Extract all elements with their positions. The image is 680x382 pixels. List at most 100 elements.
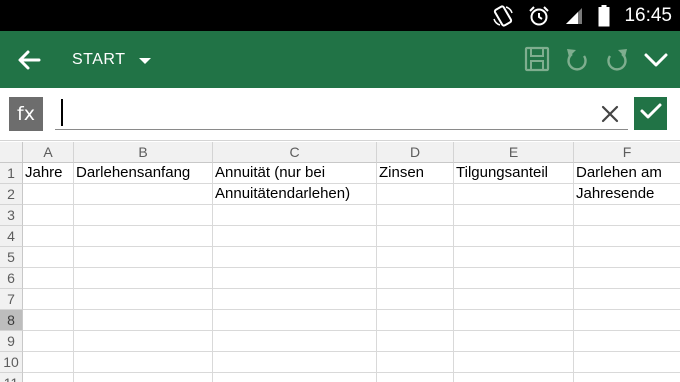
cell-d8[interactable]	[377, 310, 454, 331]
cell-c9[interactable]	[213, 331, 377, 352]
cell-e10[interactable]	[454, 352, 574, 373]
cell-b8[interactable]	[74, 310, 213, 331]
cell-d11[interactable]	[377, 373, 454, 382]
cell-f6[interactable]	[574, 268, 680, 289]
cell-a9[interactable]	[23, 331, 74, 352]
cell-a11[interactable]	[23, 373, 74, 382]
cell-c2[interactable]: Annuitätendarlehen)	[213, 184, 377, 205]
cell-a8[interactable]	[23, 310, 74, 331]
row-header-7[interactable]: 7	[0, 289, 23, 310]
cell-d10[interactable]	[377, 352, 454, 373]
cell-e9[interactable]	[454, 331, 574, 352]
fx-button[interactable]: fx	[9, 97, 43, 131]
cell-e8[interactable]	[454, 310, 574, 331]
cell-e7[interactable]	[454, 289, 574, 310]
cell-d3[interactable]	[377, 205, 454, 226]
undo-icon[interactable]	[563, 45, 591, 73]
cell-c7[interactable]	[213, 289, 377, 310]
cell-b7[interactable]	[74, 289, 213, 310]
cell-b2[interactable]	[74, 184, 213, 205]
row-header-11[interactable]: 11	[0, 373, 23, 382]
cell-e6[interactable]	[454, 268, 574, 289]
app-toolbar: START	[0, 31, 680, 88]
cell-f9[interactable]	[574, 331, 680, 352]
confirm-button[interactable]	[634, 97, 667, 130]
cell-f3[interactable]	[574, 205, 680, 226]
cell-a1[interactable]: Jahre	[23, 163, 74, 184]
select-all-corner[interactable]	[0, 142, 23, 163]
cell-e3[interactable]	[454, 205, 574, 226]
cell-d7[interactable]	[377, 289, 454, 310]
cell-c3[interactable]	[213, 205, 377, 226]
row-header-1[interactable]: 1	[0, 163, 23, 184]
cell-f11[interactable]	[574, 373, 680, 382]
cell-f7[interactable]	[574, 289, 680, 310]
cell-b10[interactable]	[74, 352, 213, 373]
save-icon[interactable]	[523, 45, 551, 73]
column-header-a[interactable]: A	[23, 142, 74, 163]
back-arrow-icon[interactable]	[14, 45, 44, 75]
redo-icon[interactable]	[603, 45, 631, 73]
cell-f8[interactable]	[574, 310, 680, 331]
cell-b3[interactable]	[74, 205, 213, 226]
column-header-f[interactable]: F	[574, 142, 680, 163]
cell-c10[interactable]	[213, 352, 377, 373]
cell-a10[interactable]	[23, 352, 74, 373]
cell-e11[interactable]	[454, 373, 574, 382]
cell-d2[interactable]	[377, 184, 454, 205]
row-header-2[interactable]: 2	[0, 184, 23, 205]
row-header-10[interactable]: 10	[0, 352, 23, 373]
row-header-8[interactable]: 8	[0, 310, 23, 331]
fx-label: fx	[17, 103, 35, 125]
cell-a2[interactable]	[23, 184, 74, 205]
clear-icon[interactable]	[600, 104, 620, 124]
cell-b5[interactable]	[74, 247, 213, 268]
text-cursor	[61, 99, 63, 126]
cell-d1[interactable]: Zinsen	[377, 163, 454, 184]
cell-f2[interactable]: Jahresende	[574, 184, 680, 205]
cell-e2[interactable]	[454, 184, 574, 205]
cell-b11[interactable]	[74, 373, 213, 382]
cell-b4[interactable]	[74, 226, 213, 247]
cell-f1[interactable]: Darlehen am	[574, 163, 680, 184]
cell-c1[interactable]: Annuität (nur bei	[213, 163, 377, 184]
cell-a5[interactable]	[23, 247, 74, 268]
cell-f10[interactable]	[574, 352, 680, 373]
cell-d4[interactable]	[377, 226, 454, 247]
cell-e1[interactable]: Tilgungsanteil	[454, 163, 574, 184]
cell-a6[interactable]	[23, 268, 74, 289]
cell-f5[interactable]	[574, 247, 680, 268]
cell-d6[interactable]	[377, 268, 454, 289]
cell-e5[interactable]	[454, 247, 574, 268]
column-header-e[interactable]: E	[454, 142, 574, 163]
cell-c6[interactable]	[213, 268, 377, 289]
cell-b1[interactable]: Darlehensanfang	[74, 163, 213, 184]
spreadsheet-grid[interactable]: A B C D E F 1 Jahre Darlehensanfang Annuität (nur…	[0, 140, 680, 382]
cell-d5[interactable]	[377, 247, 454, 268]
row-header-6[interactable]: 6	[0, 268, 23, 289]
row-header-9[interactable]: 9	[0, 331, 23, 352]
row-header-3[interactable]: 3	[0, 205, 23, 226]
column-header-c[interactable]: C	[213, 142, 377, 163]
row-header-4[interactable]: 4	[0, 226, 23, 247]
cell-a7[interactable]	[23, 289, 74, 310]
cell-c4[interactable]	[213, 226, 377, 247]
cell-b9[interactable]	[74, 331, 213, 352]
cell-c11[interactable]	[213, 373, 377, 382]
formula-input[interactable]	[55, 98, 628, 130]
cell-e4[interactable]	[454, 226, 574, 247]
rotate-lock-icon	[492, 4, 514, 27]
cell-c5[interactable]	[213, 247, 377, 268]
status-bar: 16:45	[0, 0, 680, 31]
cell-d9[interactable]	[377, 331, 454, 352]
cell-b6[interactable]	[74, 268, 213, 289]
cell-f4[interactable]	[574, 226, 680, 247]
column-header-b[interactable]: B	[74, 142, 213, 163]
collapse-chevron-icon[interactable]	[642, 45, 670, 73]
column-header-d[interactable]: D	[377, 142, 454, 163]
ribbon-tab-dropdown[interactable]: START	[72, 31, 152, 88]
cell-c8[interactable]	[213, 310, 377, 331]
cell-a4[interactable]	[23, 226, 74, 247]
row-header-5[interactable]: 5	[0, 247, 23, 268]
cell-a3[interactable]	[23, 205, 74, 226]
